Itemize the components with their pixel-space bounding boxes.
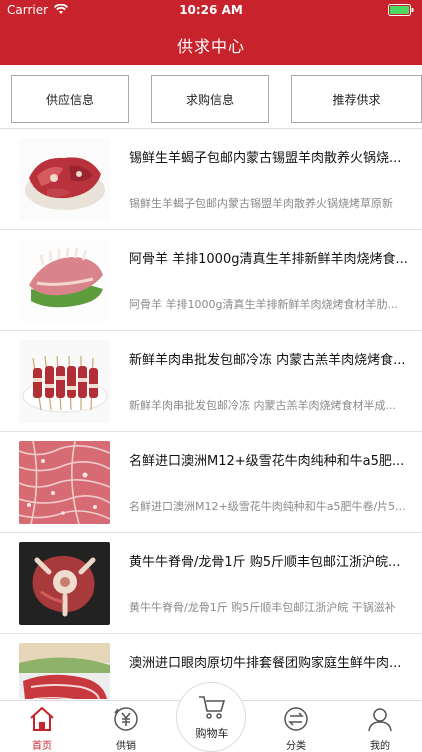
product-subtitle: 黄牛牛脊骨/龙骨1斤 购5斤顺丰包邮江浙沪皖 干锅滋补: [129, 601, 396, 614]
status-time: 10:26 AM: [179, 3, 243, 17]
list-item[interactable]: 黄牛牛脊骨/龙骨1斤 购5斤顺丰包邮江浙沪皖... 黄牛牛脊骨/龙骨1斤 购5斤…: [0, 533, 422, 634]
product-subtitle: 新鲜羊肉串批发包邮冷冻 内蒙古羔羊肉烧烤食材半成...: [129, 399, 396, 412]
supply-info-button[interactable]: 供应信息: [11, 75, 129, 123]
product-title: 黄牛牛脊骨/龙骨1斤 购5斤顺丰包邮江浙沪皖...: [129, 555, 401, 570]
exchange-yen-icon: [114, 707, 138, 731]
product-image-lamb-chunks: [19, 138, 110, 221]
product-title: 名鲜进口澳洲M12+级雪花牛肉纯种和牛a5肥...: [129, 454, 405, 469]
product-subtitle: 锡鲜生羊蝎子包邮内蒙古锡盟羊肉散养火锅烧烤草原新: [129, 197, 393, 210]
list-item[interactable]: 锡鲜生羊蝎子包邮内蒙古锡盟羊肉散养火锅烧... 锡鲜生羊蝎子包邮内蒙古锡盟羊肉散…: [0, 129, 422, 230]
list-item[interactable]: 新鲜羊肉串批发包邮冷冻 内蒙古羔羊肉烧烤食... 新鲜羊肉串批发包邮冷冻 内蒙古…: [0, 331, 422, 432]
product-list: 锡鲜生羊蝎子包邮内蒙古锡盟羊肉散养火锅烧... 锡鲜生羊蝎子包邮内蒙古锡盟羊肉散…: [0, 129, 422, 699]
tab-mine[interactable]: 我的: [338, 701, 422, 752]
product-title: 锡鲜生羊蝎子包邮内蒙古锡盟羊肉散养火锅烧...: [129, 151, 402, 166]
cart-button[interactable]: 购物车: [176, 682, 246, 752]
user-icon: [368, 708, 392, 732]
home-icon: [30, 706, 54, 731]
app-header: Carrier 10:26 AM 供求中心: [0, 0, 422, 65]
page-title: 供求中心: [176, 37, 245, 56]
cart-label: 购物车: [195, 727, 229, 740]
product-title: 新鲜羊肉串批发包邮冷冻 内蒙古羔羊肉烧烤食...: [129, 353, 406, 368]
product-subtitle: 阿骨羊 羊排1000g清真生羊排新鲜羊肉烧烤食材羊肋...: [129, 298, 398, 311]
tab-home[interactable]: 首页: [0, 701, 84, 752]
battery-icon: [388, 4, 414, 16]
segment-bar: 供应信息 求购信息 推荐供求: [0, 65, 422, 129]
status-bar: Carrier 10:26 AM: [0, 0, 422, 22]
tab-category[interactable]: 分类: [254, 701, 338, 752]
list-item[interactable]: 阿骨羊 羊排1000g清真生羊排新鲜羊肉烧烤食... 阿骨羊 羊排1000g清真…: [0, 230, 422, 331]
product-image-skewers: [19, 340, 110, 423]
product-image-lamb-rack: [19, 239, 110, 322]
list-item[interactable]: 名鲜进口澳洲M12+级雪花牛肉纯种和牛a5肥... 名鲜进口澳洲M12+级雪花牛…: [0, 432, 422, 533]
recommended-button[interactable]: 推荐供求: [291, 75, 422, 123]
purchase-info-button[interactable]: 求购信息: [151, 75, 269, 123]
product-image-marbled-beef: [19, 441, 110, 524]
product-image-steak: [19, 643, 110, 699]
product-title: 澳洲进口眼肉原切牛排套餐团购家庭生鲜牛肉...: [129, 656, 402, 671]
shopping-cart-icon: [199, 696, 226, 719]
product-title: 阿骨羊 羊排1000g清真生羊排新鲜羊肉烧烤食...: [129, 252, 408, 267]
product-image-beef-bone: [19, 542, 110, 625]
swap-icon: [284, 707, 308, 731]
tab-supply[interactable]: 供销: [84, 701, 168, 752]
product-subtitle: 名鲜进口澳洲M12+级雪花牛肉纯种和牛a5肥牛卷/片5...: [129, 500, 406, 513]
